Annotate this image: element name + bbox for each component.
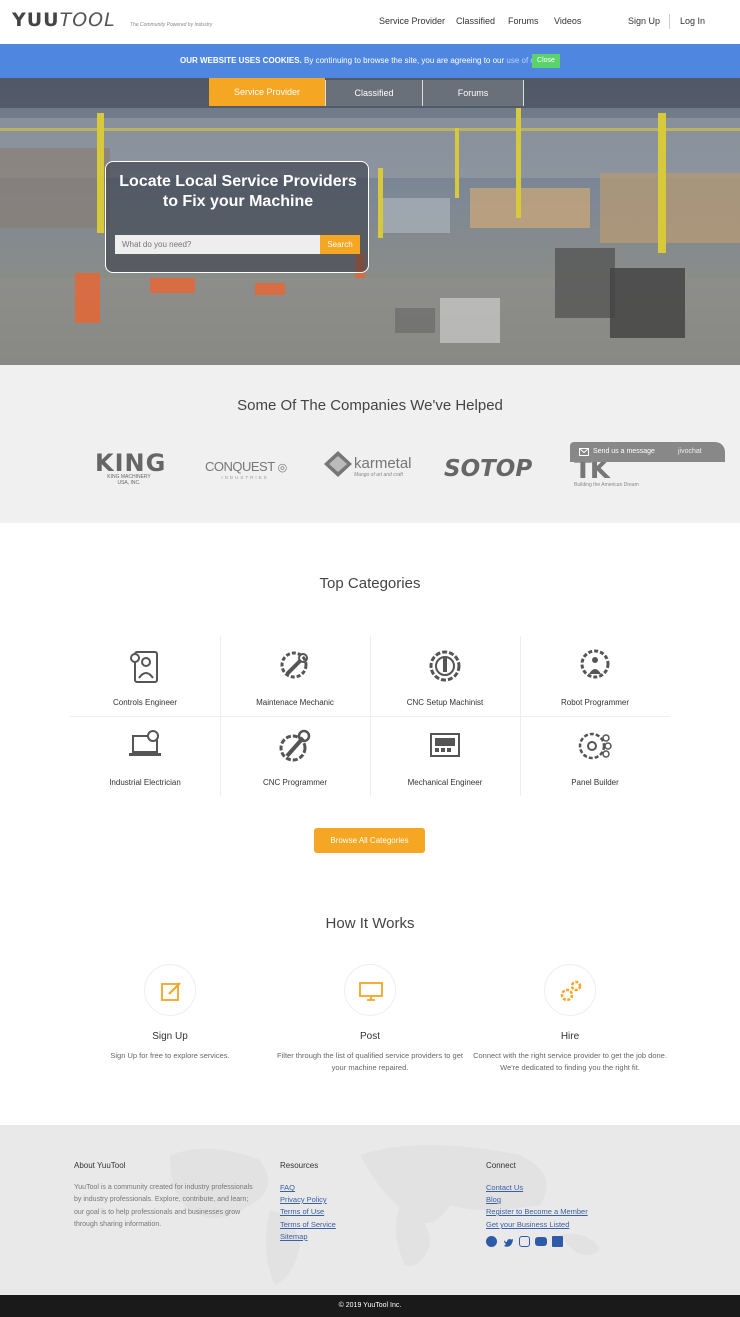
search-button[interactable]: Search (320, 235, 360, 254)
category-mechanical-engineer[interactable]: Mechanical Engineer (370, 716, 520, 796)
step-description: Filter through the list of qualified ser… (277, 1051, 463, 1072)
footer-link-terms-of-use[interactable]: Terms of Use (280, 1207, 324, 1216)
cookie-message: OUR WEBSITE USES COOKIES. By continuing … (180, 56, 558, 65)
logo-tagline: The Community Powered by Industry (130, 22, 213, 28)
category-label: Robot Programmer (560, 698, 630, 707)
site-header: YUUTOOL The Community Powered by Industr… (0, 0, 740, 44)
category-cnc-setup-machinist[interactable]: CNC Setup Machinist (370, 636, 520, 716)
step-title: Sign Up (152, 1031, 188, 1042)
tab-forums[interactable]: Forums (422, 80, 524, 106)
category-controls-engineer[interactable]: Controls Engineer (70, 636, 220, 716)
machinist-gear-icon (429, 650, 461, 682)
footer-link-terms-of-service[interactable]: Terms of Service (280, 1220, 336, 1229)
tab-classified[interactable]: Classified (325, 80, 422, 106)
network-gear-icon (578, 732, 612, 760)
hero-search-panel: Locate Local Service Providers to Fix you… (105, 161, 369, 273)
chat-brand: jivochat (678, 448, 702, 455)
cookie-close-button[interactable]: Close (532, 54, 560, 68)
cookie-banner: OUR WEBSITE USES COOKIES. By continuing … (0, 44, 740, 78)
category-label: CNC Setup Machinist (406, 698, 484, 707)
site-footer: About YuuTool YuuTool is a community cre… (0, 1125, 740, 1295)
footer-connect-title: Connect (486, 1161, 516, 1170)
monitor-icon (359, 982, 383, 1001)
instagram-icon[interactable] (519, 1236, 530, 1247)
category-panel-builder[interactable]: Panel Builder (520, 716, 670, 796)
company-logo-king: KING KING MACHINERY USA, INC. (95, 449, 167, 486)
step-description: Connect with the right service provider … (473, 1051, 667, 1072)
company-logo-tk: TK Building the American Dream (574, 455, 639, 488)
chat-label: Send us a message (593, 448, 655, 455)
how-it-works-heading: How It Works (325, 915, 415, 932)
category-industrial-electrician[interactable]: Industrial Electrician (70, 716, 220, 796)
tab-service-provider[interactable]: Service Provider (209, 78, 325, 106)
twitter-icon[interactable] (503, 1236, 514, 1247)
category-label: Mechanical Engineer (407, 778, 483, 787)
footer-link-blog[interactable]: Blog (486, 1195, 501, 1204)
youtube-icon[interactable] (535, 1237, 547, 1246)
linkedin-icon[interactable] (552, 1236, 563, 1247)
facebook-icon[interactable] (486, 1236, 497, 1247)
footer-link-contact-us[interactable]: Contact Us (486, 1183, 523, 1192)
nav-service-provider[interactable]: Service Provider (379, 16, 445, 26)
hero-tabs: Service Provider Classified Forums (0, 78, 740, 108)
category-label: Industrial Electrician (109, 778, 181, 787)
company-logo-sotop: SOTOP (444, 456, 533, 482)
nav-classified[interactable]: Classified (456, 16, 495, 26)
category-robot-programmer[interactable]: Robot Programmer (520, 636, 670, 716)
footer-link-privacy-policy[interactable]: Privacy Policy (280, 1195, 327, 1204)
step-title: Hire (560, 1031, 580, 1042)
category-label: Panel Builder (571, 778, 619, 787)
log-in-link[interactable]: Log In (680, 16, 705, 26)
message-icon (579, 448, 589, 456)
companies-heading: Some Of The Companies We've Helped (237, 397, 503, 414)
edit-icon (161, 982, 181, 1001)
hero-section: Service Provider Classified Forums Locat… (0, 78, 740, 365)
footer-link-faq[interactable]: FAQ (280, 1183, 295, 1192)
category-label: Controls Engineer (112, 698, 178, 707)
step-title: Post (359, 1031, 380, 1042)
category-cnc-programmer[interactable]: CNC Programmer (220, 716, 370, 796)
wrench-icon (279, 729, 311, 762)
chat-widget[interactable]: Send us a message jivochat (570, 442, 725, 462)
footer-about-text: YuuTool is a community created for indus… (74, 1184, 253, 1229)
gears-icon (560, 980, 582, 1002)
category-label: Maintenace Mechanic (256, 698, 334, 707)
categories-heading: Top Categories (319, 575, 421, 592)
browse-all-categories-button[interactable]: Browse All Categories (314, 828, 425, 853)
search-input[interactable] (115, 235, 320, 254)
sign-up-link[interactable]: Sign Up (628, 16, 660, 26)
footer-link-register[interactable]: Register to Become a Member (486, 1207, 588, 1216)
footer-resources-title: Resources (280, 1161, 319, 1170)
wrench-gear-icon (280, 651, 308, 679)
step-description: Sign Up for free to explore services. (110, 1051, 230, 1060)
hero-title: Locate Local Service Providers to Fix you… (119, 173, 357, 210)
copyright-bar: © 2019 YuuTool Inc. (0, 1295, 740, 1317)
category-maintenance-mechanic[interactable]: Maintenace Mechanic (220, 636, 370, 716)
nav-videos[interactable]: Videos (554, 16, 581, 26)
company-logo-conquest: CONQUEST ◎ INDUSTRIES (205, 459, 287, 480)
site-logo[interactable]: YUUTOOL (12, 9, 116, 31)
footer-about-title: About YuuTool (74, 1161, 126, 1170)
engineer-gear-icon (130, 651, 158, 683)
karmetal-diamond-icon (324, 451, 352, 477)
nav-forums[interactable]: Forums (508, 16, 539, 26)
footer-link-business-listed[interactable]: Get your Business Listed (486, 1220, 569, 1229)
footer-link-sitemap[interactable]: Sitemap (280, 1232, 308, 1241)
nav-divider (669, 14, 670, 29)
laptop-icon (129, 730, 161, 756)
machine-icon (430, 733, 460, 757)
category-label: CNC Programmer (262, 778, 327, 787)
robot-gear-icon (580, 649, 610, 679)
